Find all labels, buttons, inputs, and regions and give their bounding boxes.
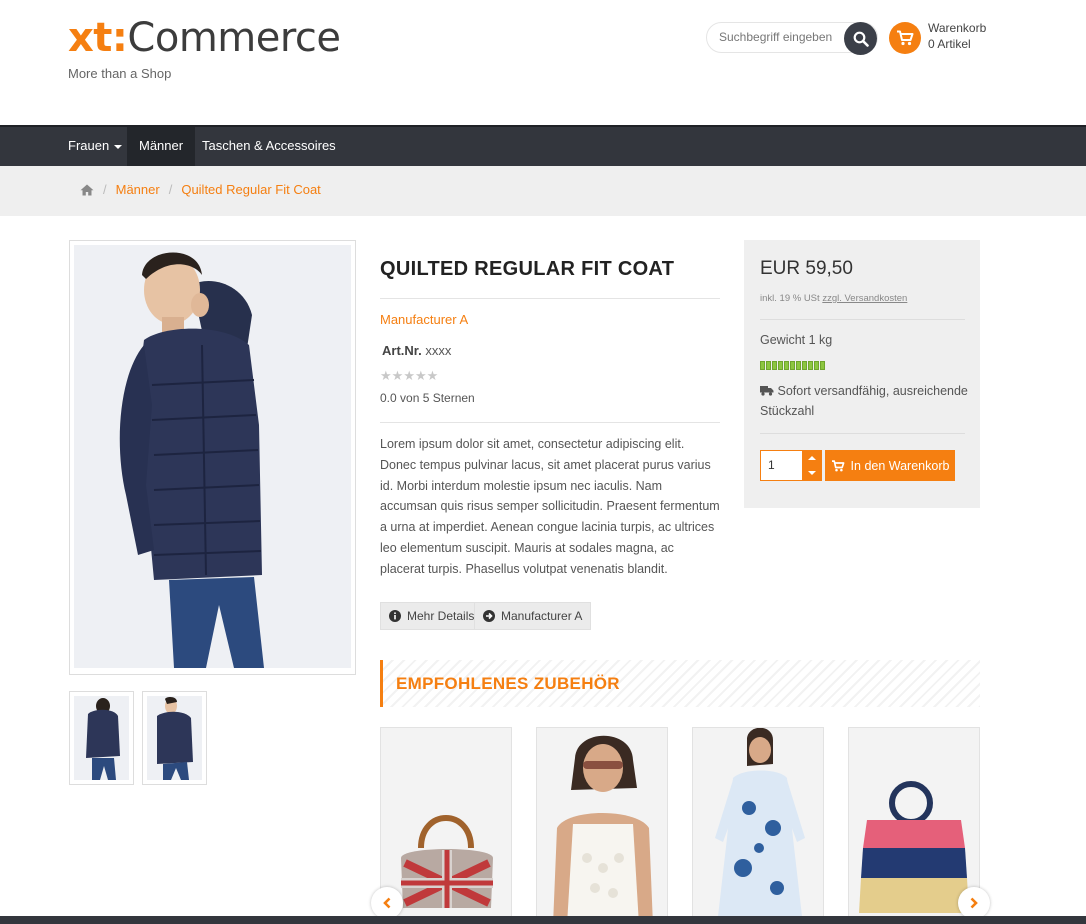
- breadcrumb-bar: / Männer / Quilted Regular Fit Coat: [0, 166, 1086, 216]
- cart-label[interactable]: Warenkorb: [928, 21, 986, 35]
- info-circle-icon: [389, 610, 401, 622]
- chevron-right-icon: [970, 897, 978, 909]
- star-icon: ★: [414, 368, 427, 383]
- product-photo-floral-dress: [693, 728, 823, 923]
- product-page: xt:Commerce More than a Shop Suchbegriff…: [0, 0, 1086, 924]
- vat-text: inkl. 19 % USt: [760, 293, 820, 304]
- manufacturer-link[interactable]: Manufacturer A: [380, 312, 468, 327]
- manufacturer-button[interactable]: Manufacturer A: [474, 602, 592, 630]
- star-icon: ★: [426, 368, 439, 383]
- nav-item-frauen[interactable]: Frauen: [56, 127, 134, 166]
- product-title: QUILTED REGULAR FIT COAT: [380, 258, 675, 280]
- product-description: Lorem ipsum dolor sit amet, consectetur …: [380, 437, 720, 576]
- decrement-icon[interactable]: [808, 471, 816, 476]
- search-input[interactable]: Suchbegriff eingeben: [719, 30, 832, 44]
- breadcrumb-current[interactable]: Quilted Regular Fit Coat: [181, 182, 320, 197]
- quantity-stepper[interactable]: 1: [760, 450, 822, 481]
- cart-count[interactable]: 0 Artikel: [928, 37, 971, 51]
- breadcrumb: / Männer / Quilted Regular Fit Coat: [80, 182, 321, 197]
- article-number-value: xxxx: [425, 343, 452, 358]
- accessories-heading: EMPFOHLENES ZUBEHÖR: [380, 660, 980, 707]
- increment-icon[interactable]: [808, 455, 816, 460]
- quantity-spinner[interactable]: [802, 450, 822, 481]
- star-icon: ★: [391, 368, 404, 383]
- rating-text: 0.0 von 5 Sternen: [380, 391, 475, 405]
- thumbnail-photo-front: [147, 696, 202, 780]
- nav-item-label: Frauen: [68, 138, 110, 153]
- divider: [760, 319, 965, 320]
- manufacturer-button-label: Manufacturer A: [501, 609, 583, 623]
- breadcrumb-separator: /: [168, 182, 173, 197]
- chevron-left-icon: [383, 897, 391, 909]
- accessory-card-dress[interactable]: [692, 727, 824, 924]
- thumbnail-photo-back: [74, 696, 129, 780]
- more-details-button[interactable]: Mehr Details: [380, 602, 484, 630]
- add-to-cart-label: In den Warenkorb: [850, 458, 950, 473]
- nav-item-maenner[interactable]: Männer: [127, 127, 196, 166]
- quantity-input[interactable]: 1: [768, 458, 775, 472]
- divider: [380, 422, 720, 423]
- stock-level-bar: [760, 361, 825, 370]
- logo-name: Commerce: [127, 15, 341, 61]
- main-navigation: Frauen Männer Taschen & Accessoires: [0, 125, 1086, 166]
- article-number-label: Art.Nr.: [382, 343, 422, 358]
- star-icon: ★: [403, 368, 415, 383]
- nav-item-taschen[interactable]: Taschen & Accessoires: [190, 127, 348, 166]
- add-to-cart-button[interactable]: In den Warenkorb: [825, 450, 955, 481]
- search-box[interactable]: Suchbegriff eingeben: [706, 22, 878, 55]
- footer-bar: [0, 916, 1086, 924]
- nav-item-label: Männer: [139, 138, 184, 153]
- shipping-cost-link[interactable]: zzgl. Versandkosten: [822, 293, 907, 304]
- accessory-card-top[interactable]: [536, 727, 668, 924]
- main-product-image[interactable]: [69, 240, 356, 675]
- divider: [760, 433, 965, 434]
- divider: [380, 298, 720, 299]
- product-photo-coat: [74, 245, 351, 668]
- carousel-next-button[interactable]: [958, 887, 990, 919]
- vat-info: inkl. 19 % USt zzgl. Versandkosten: [760, 293, 907, 304]
- header-cart[interactable]: Warenkorb 0 Artikel: [889, 21, 989, 56]
- thumbnail-1[interactable]: [69, 691, 134, 785]
- star-icon: ★: [380, 368, 392, 383]
- product-price: EUR 59,50: [760, 258, 853, 279]
- shop-logo[interactable]: xt:Commerce: [68, 16, 341, 60]
- accessories-heading-text: EMPFOHLENES ZUBEHÖR: [396, 674, 620, 693]
- article-number: Art.Nr. xxxx: [382, 343, 451, 358]
- shipping-status-text: Sofort versandfähig, ausreichende Stückz…: [760, 384, 968, 418]
- breadcrumb-separator: /: [103, 182, 107, 197]
- breadcrumb-link-maenner[interactable]: Männer: [116, 182, 160, 197]
- search-icon: [853, 31, 869, 47]
- chevron-down-icon: [114, 144, 123, 149]
- shop-tagline: More than a Shop: [68, 66, 172, 81]
- carousel-prev-button[interactable]: [371, 887, 403, 919]
- search-button[interactable]: [844, 22, 877, 55]
- shipping-status: Sofort versandfähig, ausreichende Stückz…: [760, 381, 970, 421]
- nav-item-label: Taschen & Accessoires: [202, 138, 336, 153]
- shopping-cart-icon: [831, 459, 844, 471]
- home-icon[interactable]: [80, 184, 94, 196]
- logo-prefix: xt:: [68, 15, 128, 61]
- shopping-cart-icon: [897, 30, 914, 46]
- product-photo-lace-top: [537, 728, 667, 923]
- price-box: EUR 59,50 inkl. 19 % USt zzgl. Versandko…: [744, 240, 980, 508]
- arrow-circle-right-icon: [483, 610, 495, 622]
- product-weight: Gewicht 1 kg: [760, 333, 833, 347]
- rating-stars[interactable]: ★★★★★: [380, 368, 438, 384]
- truck-icon: [760, 386, 774, 396]
- thumbnail-2[interactable]: [142, 691, 207, 785]
- more-details-label: Mehr Details: [407, 609, 475, 623]
- cart-icon-wrap[interactable]: [889, 22, 921, 54]
